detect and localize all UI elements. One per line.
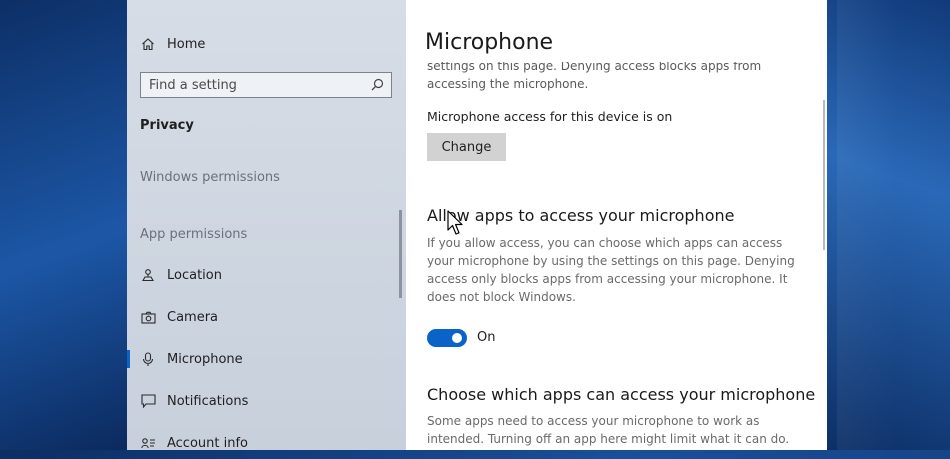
sidebar-item-label: Account info [167, 435, 249, 451]
page-title: Microphone [425, 30, 554, 55]
mouse-cursor-icon [447, 210, 463, 235]
device-access-status: Microphone access for this device is on [427, 109, 673, 124]
allow-apps-heading: Allow apps to access your microphone [427, 206, 735, 225]
content-pane: settings on this page. Denying access bl… [406, 0, 827, 450]
active-indicator [127, 350, 130, 368]
section-heading-privacy: Privacy [140, 118, 194, 133]
sidebar-item-home[interactable]: Home [127, 28, 406, 60]
intro-text: settings on this page. Denying access bl… [427, 59, 762, 91]
allow-apps-toggle[interactable] [427, 329, 467, 347]
sidebar: Home Privacy Windows permissions App per… [127, 0, 406, 451]
sidebar-item-camera[interactable]: Camera [127, 301, 406, 333]
sidebar-item-label: Microphone [167, 351, 243, 367]
desktop-background-left [0, 0, 127, 450]
settings-window: Home Privacy Windows permissions App per… [127, 0, 827, 451]
search-icon[interactable] [369, 77, 385, 93]
choose-apps-heading: Choose which apps can access your microp… [427, 385, 816, 404]
notifications-icon [140, 393, 156, 409]
home-icon [140, 36, 156, 52]
microphone-icon [140, 351, 156, 367]
group-heading-app-permissions: App permissions [140, 227, 248, 242]
content-scrollbar[interactable] [823, 100, 825, 250]
account-info-icon [140, 435, 156, 451]
sidebar-item-label: Camera [167, 309, 219, 325]
toggle-state-label: On [477, 330, 496, 345]
change-button[interactable]: Change [427, 133, 506, 161]
camera-icon [140, 309, 156, 325]
group-heading-windows-permissions: Windows permissions [140, 170, 280, 185]
location-icon [140, 267, 156, 283]
choose-apps-description: Some apps need to access your microphone… [427, 414, 790, 446]
desktop-background-right [827, 0, 950, 450]
search-input[interactable] [141, 73, 369, 97]
allow-apps-description: If you allow access, you can choose whic… [427, 236, 795, 304]
sidebar-item-account-info[interactable]: Account info [127, 427, 406, 459]
toggle-knob [452, 333, 462, 343]
sidebar-item-label: Notifications [167, 393, 249, 409]
sidebar-scrollbar[interactable] [399, 210, 402, 298]
sidebar-item-notifications[interactable]: Notifications [127, 385, 406, 417]
search-box[interactable] [140, 72, 392, 98]
sidebar-item-microphone[interactable]: Microphone [127, 343, 406, 375]
sidebar-item-label: Location [167, 267, 222, 283]
sidebar-item-location[interactable]: Location [127, 259, 406, 291]
sidebar-item-label: Home [167, 36, 206, 52]
